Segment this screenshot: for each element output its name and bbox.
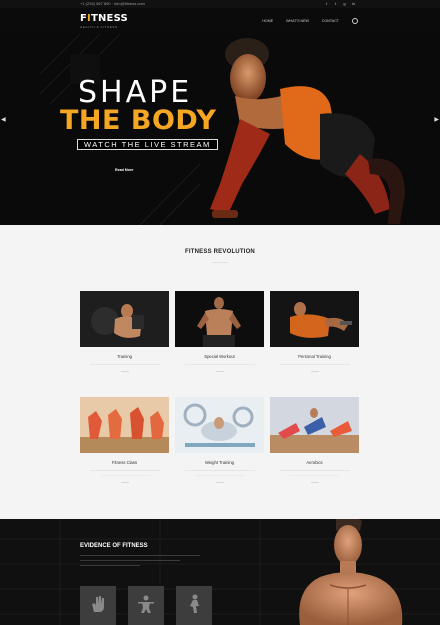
feature-tile[interactable]: [80, 586, 116, 625]
logo-prefix: F: [80, 13, 88, 24]
main-nav: HOME WHAT'S NEW CONTACT: [262, 18, 358, 24]
hero-subtitle: WATCH THE LIVE STREAM: [77, 139, 218, 150]
evidence-text-block: [80, 555, 200, 570]
card-image: [270, 291, 359, 347]
twitter-icon[interactable]: t: [333, 1, 338, 6]
card-caption: Aerobics: [306, 460, 323, 465]
card-more-divider: [310, 371, 319, 372]
social-links: f t g in: [324, 1, 356, 6]
section-divider: [212, 262, 228, 263]
card-image: [80, 291, 169, 347]
card-more-divider: [310, 482, 319, 483]
arrow-left-icon[interactable]: ◀: [1, 116, 6, 123]
card-more-divider: [120, 371, 129, 372]
nav-item-whats-new[interactable]: WHAT'S NEW: [286, 19, 309, 23]
card-text-line: [99, 475, 150, 476]
revolution-section: FITNESS REVOLUTION Training Special Work…: [0, 225, 440, 519]
card-caption: Weight Training: [204, 460, 235, 465]
card-image: [175, 397, 264, 453]
card-caption: Fitness Class: [111, 460, 138, 465]
hand-icon: [92, 596, 104, 612]
card-more-divider: [215, 482, 224, 483]
search-icon[interactable]: [352, 18, 358, 24]
site-header: FITNESS HEALTH & FITNESS HOME WHAT'S NEW…: [0, 8, 440, 34]
card-text-line: [184, 470, 255, 471]
service-card[interactable]: Personal Training: [270, 291, 359, 372]
card-text-line: [279, 470, 350, 471]
card-more-divider: [215, 371, 224, 372]
figure-icon: [190, 594, 199, 613]
evidence-athlete-image: [299, 519, 403, 625]
service-card[interactable]: Weight Training: [175, 397, 264, 483]
card-text-line: [89, 470, 160, 471]
feature-tile[interactable]: [176, 586, 212, 625]
card-text-line: [89, 364, 160, 365]
site-logo[interactable]: FITNESS HEALTH & FITNESS: [80, 13, 128, 30]
card-image: [80, 397, 169, 453]
evidence-title: EVIDENCE OF FITNESS: [80, 543, 148, 549]
hero-athlete-image: [200, 34, 440, 225]
top-bar: +1 (234) 567 890 · info@fitness.com f t …: [0, 0, 440, 8]
card-text-line: [289, 475, 340, 476]
instagram-icon[interactable]: in: [351, 1, 356, 6]
nav-item-home[interactable]: HOME: [262, 19, 273, 23]
section-title: FITNESS REVOLUTION: [185, 249, 255, 255]
contact-info: +1 (234) 567 890 · info@fitness.com: [80, 1, 145, 6]
nav-item-contact[interactable]: CONTACT: [322, 19, 339, 23]
arrow-right-icon[interactable]: ▶: [434, 116, 439, 123]
evidence-section: EVIDENCE OF FITNESS: [0, 519, 440, 625]
card-caption: Training: [117, 354, 132, 359]
service-card[interactable]: Training: [80, 291, 169, 372]
hero-title-line2: THE BODY: [60, 105, 217, 136]
logo-tagline: HEALTH & FITNESS: [80, 25, 118, 29]
card-caption: Special Workout: [204, 354, 235, 359]
card-text-line: [279, 364, 350, 365]
card-caption: Personal Training: [298, 354, 331, 359]
hero-read-more-button[interactable]: Read More: [115, 168, 133, 172]
card-text-line: [184, 364, 255, 365]
card-image: [270, 397, 359, 453]
hero-banner: SHAPE THE BODY WATCH THE LIVE STREAM Rea…: [0, 34, 440, 225]
card-more-divider: [120, 482, 129, 483]
service-card[interactable]: Fitness Class: [80, 397, 169, 483]
logo-suffix: TNESS: [90, 13, 128, 24]
google-plus-icon[interactable]: g: [342, 1, 347, 6]
dumbbell-icon: [138, 595, 154, 613]
feature-tile[interactable]: [128, 586, 164, 625]
hero-title-line1: SHAPE: [78, 75, 193, 110]
card-text-line: [194, 475, 245, 476]
service-card[interactable]: Special Workout: [175, 291, 264, 372]
service-card[interactable]: Aerobics: [270, 397, 359, 483]
facebook-icon[interactable]: f: [324, 1, 329, 6]
card-image: [175, 291, 264, 347]
